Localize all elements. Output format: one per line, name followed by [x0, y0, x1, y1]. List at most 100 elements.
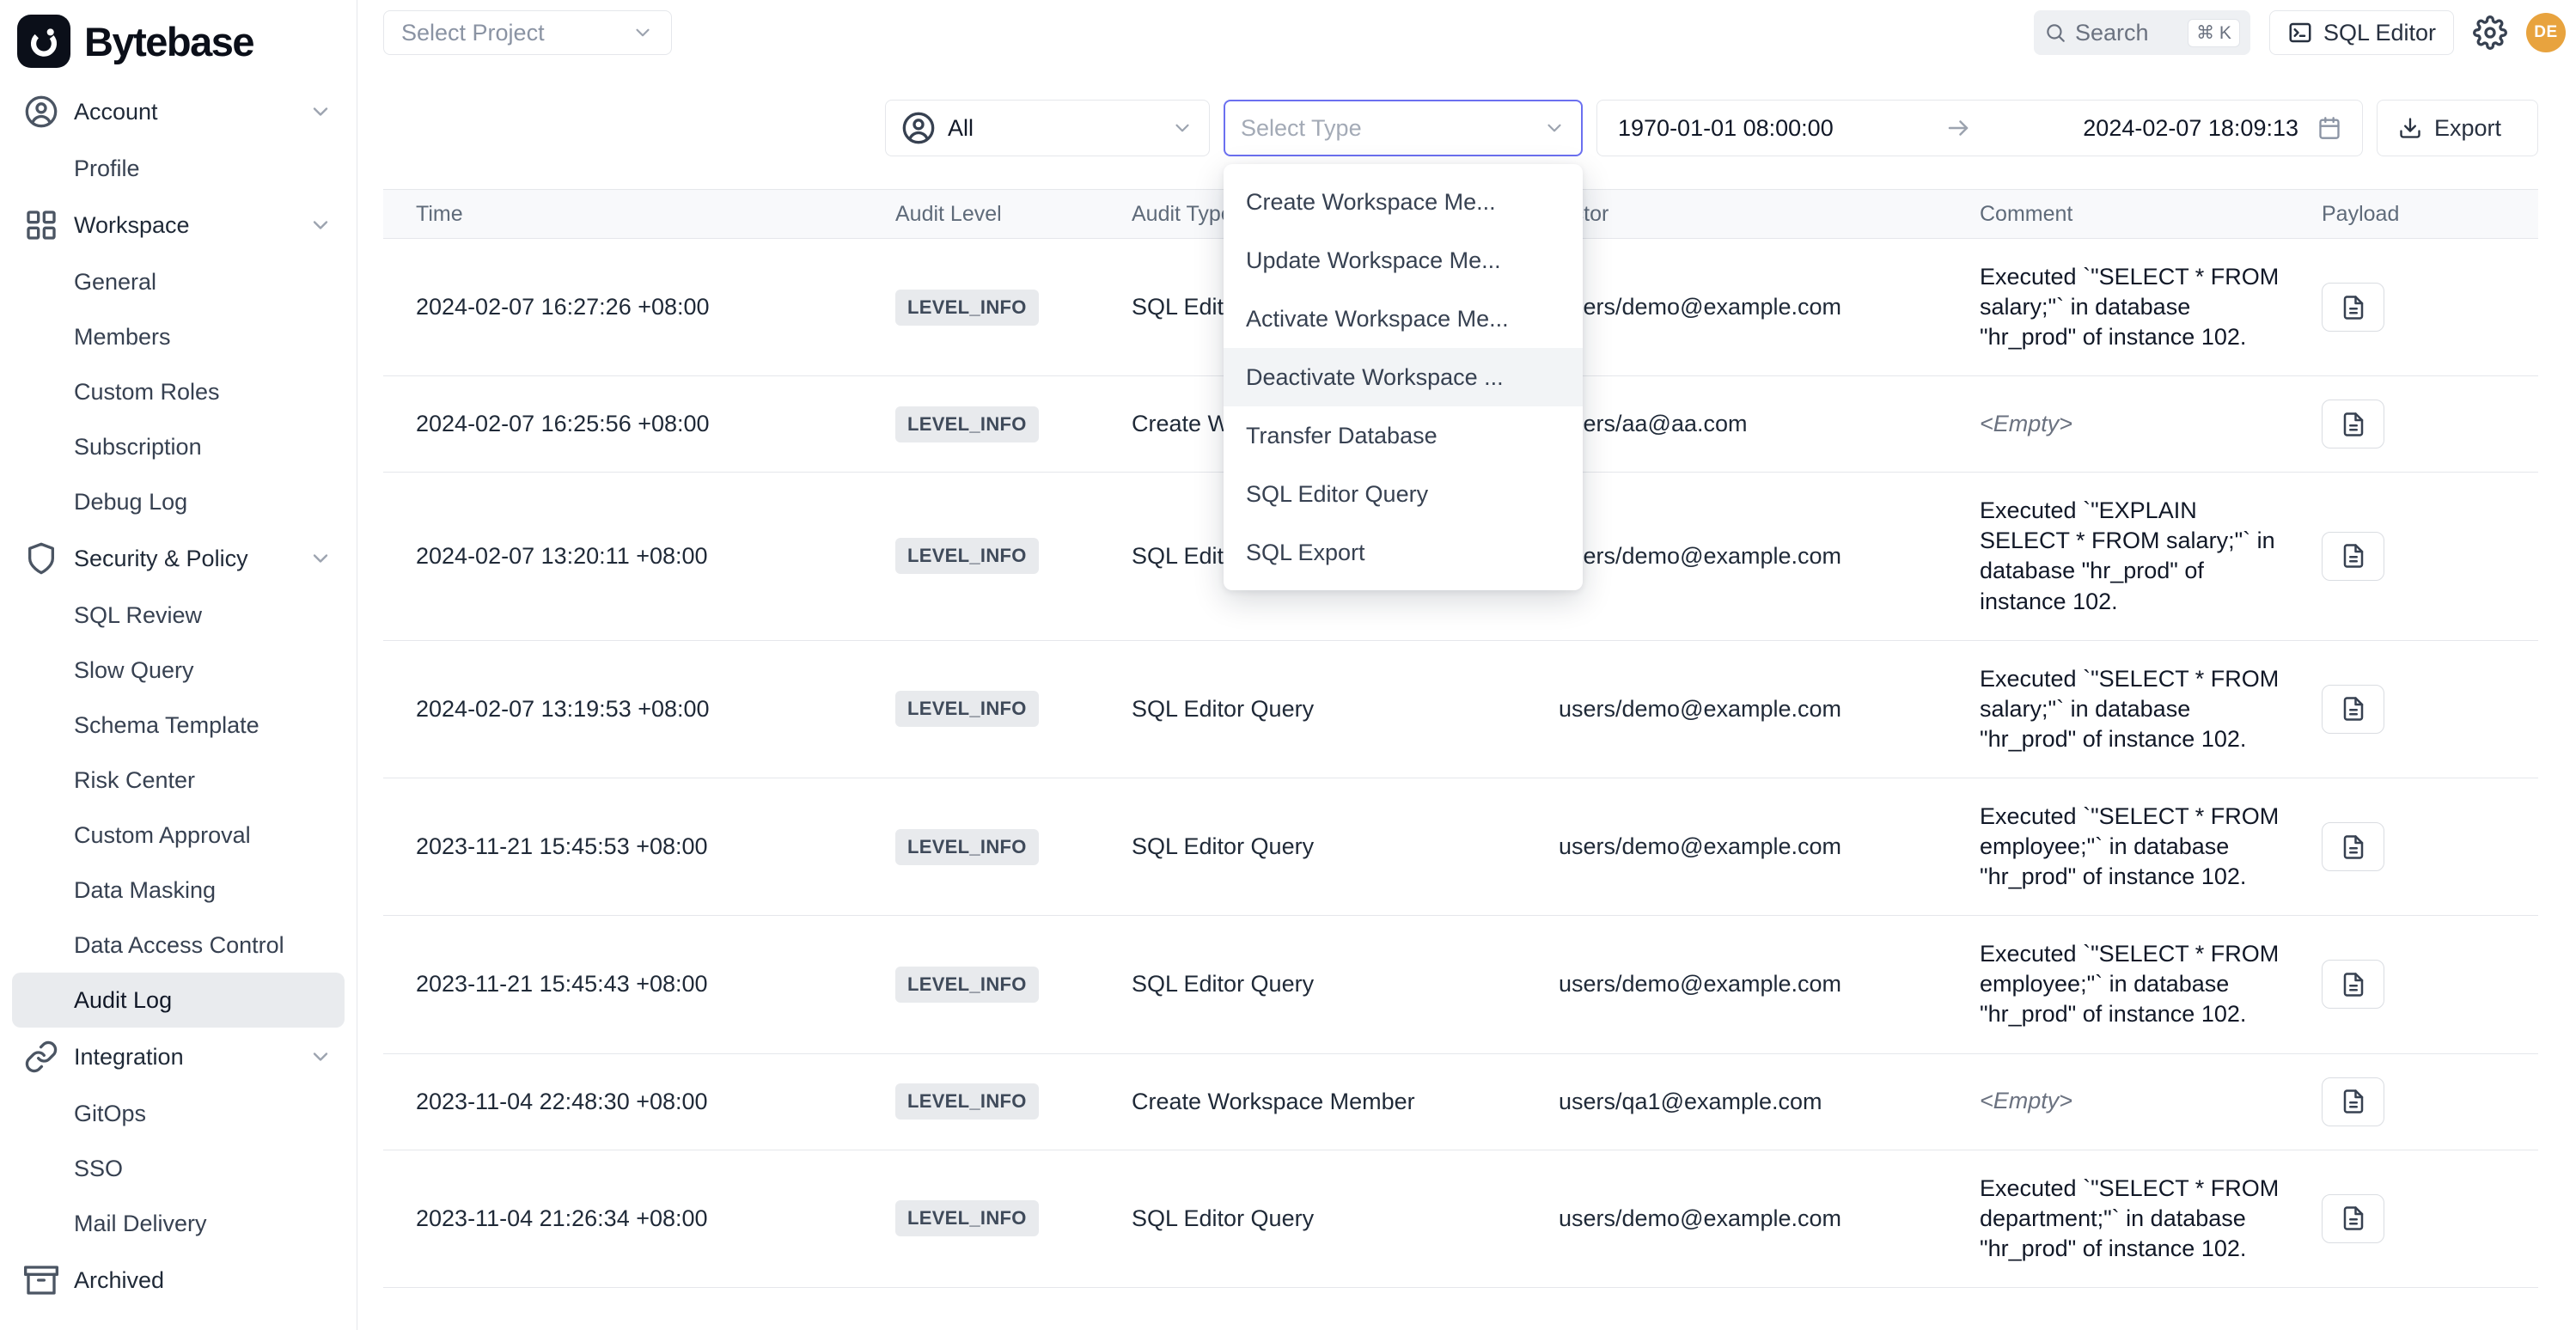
avatar[interactable]: DE — [2526, 13, 2566, 52]
sidebar-item-audit-log[interactable]: Audit Log — [12, 973, 345, 1028]
type-filter-select[interactable]: Select Type — [1224, 100, 1583, 156]
chevron-down-icon — [308, 100, 333, 124]
topbar: Select Project Search ⌘ K SQL Editor DE — [357, 0, 2576, 86]
chevron-down-icon — [308, 213, 333, 237]
cell-time: 2024-02-07 16:25:56 +08:00 — [383, 411, 864, 437]
sidebar-section-security-policy[interactable]: Security & Policy — [12, 529, 345, 588]
sidebar-item-debug-log[interactable]: Debug Log — [12, 474, 345, 529]
table-row: 2023-11-21 15:45:53 +08:00 LEVEL_INFO SQ… — [383, 778, 2538, 916]
search-input[interactable]: Search ⌘ K — [2034, 10, 2250, 55]
level-badge: LEVEL_INFO — [895, 406, 1039, 442]
sidebar-section-label: Account — [74, 99, 158, 125]
sidebar-item-general[interactable]: General — [12, 254, 345, 309]
cell-actor: users/demo@example.com — [1528, 543, 1949, 570]
date-to-value: 2024-02-07 18:09:13 — [2083, 115, 2298, 142]
export-button[interactable]: Export — [2377, 100, 2538, 156]
search-placeholder: Search — [2075, 20, 2149, 46]
grid-icon — [24, 208, 58, 242]
sidebar-item-subscription[interactable]: Subscription — [12, 419, 345, 474]
sidebar-item-data-masking[interactable]: Data Masking — [12, 863, 345, 918]
gear-icon[interactable] — [2473, 15, 2507, 50]
cell-payload — [2320, 1194, 2538, 1243]
sidebar-item-sso[interactable]: SSO — [12, 1141, 345, 1196]
sidebar-item-gitops[interactable]: GitOps — [12, 1086, 345, 1141]
payload-button[interactable] — [2322, 822, 2384, 871]
sidebar-item-schema-template[interactable]: Schema Template — [12, 698, 345, 753]
payload-button[interactable] — [2322, 960, 2384, 1009]
cell-payload — [2320, 960, 2538, 1009]
sidebar-item-data-access-control[interactable]: Data Access Control — [12, 918, 345, 973]
cell-audit-level: LEVEL_INFO — [864, 691, 1101, 727]
cell-time: 2024-02-07 13:19:53 +08:00 — [383, 696, 864, 723]
chevron-down-icon — [632, 21, 654, 44]
sql-editor-button[interactable]: SQL Editor — [2269, 10, 2454, 55]
sidebar-section-workspace[interactable]: Workspace — [12, 196, 345, 254]
chevron-down-icon — [308, 546, 333, 570]
dropdown-option[interactable]: Transfer Database — [1224, 406, 1583, 465]
cell-payload — [2320, 283, 2538, 332]
cell-time: 2023-11-21 15:45:43 +08:00 — [383, 971, 864, 998]
payload-button[interactable] — [2322, 685, 2384, 734]
cell-payload — [2320, 532, 2538, 581]
brand-logo[interactable]: Bytebase — [12, 0, 345, 82]
sidebar: Bytebase Account Profile Workspace Gener… — [0, 0, 357, 1330]
dropdown-option[interactable]: SQL Export — [1224, 523, 1583, 582]
actor-filter-select[interactable]: All — [885, 100, 1210, 156]
level-badge: LEVEL_INFO — [895, 829, 1039, 865]
payload-button[interactable] — [2322, 532, 2384, 581]
cell-actor: users/aa@aa.com — [1528, 411, 1949, 437]
cell-time: 2024-02-07 13:20:11 +08:00 — [383, 543, 864, 570]
sidebar-item-sql-review[interactable]: SQL Review — [12, 588, 345, 643]
user-circle-icon — [901, 111, 936, 145]
sidebar-item-slow-query[interactable]: Slow Query — [12, 643, 345, 698]
sidebar-section-account[interactable]: Account — [12, 82, 345, 141]
column-header-audit-level: Audit Level — [864, 202, 1101, 227]
sidebar-item-profile[interactable]: Profile — [12, 141, 345, 196]
cell-payload — [2320, 822, 2538, 871]
cell-time: 2023-11-21 15:45:53 +08:00 — [383, 833, 864, 860]
calendar-icon — [2317, 116, 2341, 140]
dropdown-option[interactable]: Activate Workspace Me... — [1224, 290, 1583, 348]
arrow-right-icon — [1834, 115, 2084, 141]
cell-actor: users/demo@example.com — [1528, 1205, 1949, 1232]
cell-audit-level: LEVEL_INFO — [864, 290, 1101, 326]
cell-time: 2023-11-04 21:26:34 +08:00 — [383, 1205, 864, 1232]
sidebar-nav: Account Profile Workspace General Member… — [12, 82, 345, 1309]
dropdown-option[interactable]: Update Workspace Me... — [1224, 231, 1583, 290]
type-filter-dropdown: Create Workspace Me... Update Workspace … — [1224, 164, 1583, 590]
table-row: 2023-11-04 21:26:34 +08:00 LEVEL_INFO SQ… — [383, 1150, 2538, 1288]
sidebar-item-members[interactable]: Members — [12, 309, 345, 364]
cell-audit-level: LEVEL_INFO — [864, 406, 1101, 442]
cell-comment: Executed `"SELECT * FROM employee;"` in … — [1949, 939, 2320, 1029]
cell-comment: Executed `"SELECT * FROM salary;"` in da… — [1949, 664, 2320, 754]
dropdown-option[interactable]: Create Workspace Me... — [1224, 173, 1583, 231]
sql-editor-label: SQL Editor — [2323, 20, 2436, 46]
level-badge: LEVEL_INFO — [895, 1083, 1039, 1120]
project-select[interactable]: Select Project — [383, 10, 672, 55]
sidebar-item-custom-approval[interactable]: Custom Approval — [12, 808, 345, 863]
payload-button[interactable] — [2322, 400, 2384, 448]
type-filter-placeholder: Select Type — [1241, 115, 1362, 142]
cell-audit-type: Create Workspace Member — [1101, 1089, 1528, 1115]
cell-comment: Executed `"SELECT * FROM employee;"` in … — [1949, 802, 2320, 892]
column-header-comment: Comment — [1949, 202, 2320, 227]
sidebar-item-risk-center[interactable]: Risk Center — [12, 753, 345, 808]
table-row: 2024-02-07 13:19:53 +08:00 LEVEL_INFO SQ… — [383, 641, 2538, 778]
cell-comment: Executed `"EXPLAIN SELECT * FROM salary;… — [1949, 496, 2320, 616]
sidebar-item-custom-roles[interactable]: Custom Roles — [12, 364, 345, 419]
date-range-picker[interactable]: 1970-01-01 08:00:00 2024-02-07 18:09:13 — [1596, 100, 2363, 156]
project-select-value: Select Project — [401, 20, 545, 46]
sidebar-section-integration[interactable]: Integration — [12, 1028, 345, 1086]
cell-audit-type: SQL Editor Query — [1101, 696, 1528, 723]
sidebar-item-mail-delivery[interactable]: Mail Delivery — [12, 1196, 345, 1251]
cell-actor: users/demo@example.com — [1528, 971, 1949, 998]
dropdown-option-highlighted[interactable]: Deactivate Workspace ... — [1224, 348, 1583, 406]
cell-time: 2024-02-07 16:27:26 +08:00 — [383, 294, 864, 320]
dropdown-option[interactable]: SQL Editor Query — [1224, 465, 1583, 523]
payload-button[interactable] — [2322, 283, 2384, 332]
sidebar-item-archived[interactable]: Archived — [12, 1251, 345, 1309]
cell-comment: Executed `"SELECT * FROM department;"` i… — [1949, 1174, 2320, 1264]
payload-button[interactable] — [2322, 1077, 2384, 1126]
cell-audit-level: LEVEL_INFO — [864, 1083, 1101, 1120]
payload-button[interactable] — [2322, 1194, 2384, 1243]
